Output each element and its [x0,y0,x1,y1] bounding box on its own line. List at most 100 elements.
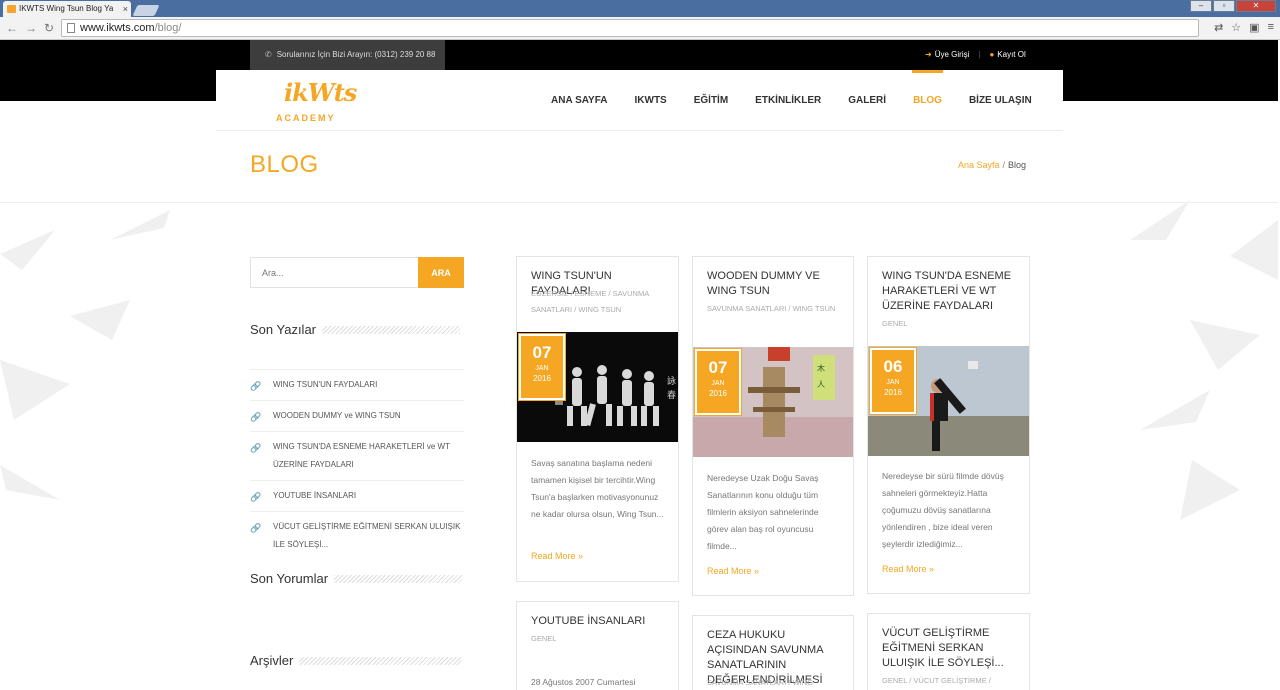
maximize-button[interactable]: ▫ [1213,0,1235,12]
tab-title: IKWTS Wing Tsun Blog Ya [19,4,114,13]
search-button[interactable]: ARA [418,257,464,288]
site-logo[interactable]: ikWts ACADEMY [276,78,357,126]
register-link[interactable]: ● Kayıt Ol [989,40,1025,70]
decor-shape [0,465,60,500]
post-month: JAN [711,380,725,387]
decor-shape [1140,390,1210,430]
breadcrumb-home[interactable]: Ana Sayfa [958,160,1000,170]
link-icon: 🔗 [250,523,262,533]
page-icon [67,23,75,33]
svg-text:人: 人 [817,380,825,389]
tab-close-icon[interactable]: × [123,1,128,17]
phone-box: ✆ Sorularınız İçin Bizi Arayın: (0312) 23… [250,40,445,70]
phone-text: Sorularınız İçin Bizi Arayın: (0312) 239… [276,50,436,59]
post-day: 07 [708,358,728,377]
decor-shape [110,210,170,240]
heading-decoration [334,574,463,583]
archives-heading: Arşivler [250,653,294,668]
new-tab-button[interactable] [132,5,160,16]
post-title[interactable]: YOUTUBE İNSANLARI [531,614,666,629]
read-more-link[interactable]: Read More » [707,566,759,576]
recent-post-item[interactable]: 🔗 YOUTUBE İNSANLARI [250,480,464,511]
post-year: 2016 [533,374,551,383]
translate-icon[interactable]: ⇄ [1214,21,1223,34]
post-year: 2016 [709,389,727,398]
login-link[interactable]: ➜ Üye Girişi [925,40,969,70]
search-input[interactable] [250,257,419,288]
post-card: WING TSUN'UN FAYDALARI EGZERSİZ / ESNEME… [516,256,679,582]
reload-button[interactable]: ↻ [44,21,54,35]
post-month: JAN [886,379,900,386]
nav-item[interactable]: EĞİTİM [686,70,736,131]
post-date-badge: 07 JAN 2016 [694,348,742,416]
read-more-link[interactable]: Read More » [531,551,583,561]
post-card: VÜCUT GELİŞTİRME EĞİTMENİ SERKAN ULUIŞIK… [867,613,1030,690]
bookmark-star-icon[interactable]: ☆ [1231,21,1241,34]
post-year: 2016 [884,388,902,397]
link-icon: 🔗 [250,381,262,391]
post-title[interactable]: WING TSUN'DA ESNEME HARAKETLERİ VE WT ÜZ… [882,269,1017,314]
menu-icon[interactable]: ≡ [1268,21,1274,34]
logo-mark: ikWts [284,78,357,107]
post-categories: GENEL / VÜCUT GELİŞTİRME / [882,676,991,685]
recent-comments-title: Son Yorumlar [250,571,463,586]
post-card: WOODEN DUMMY VE WING TSUN SAVUNMA SANATL… [692,256,854,596]
link-icon: 🔗 [250,492,262,502]
breadcrumb-separator: / [1002,160,1006,170]
extension-icon[interactable]: ▣ [1249,21,1259,34]
address-bar[interactable]: www.ikwts.com/blog/ [61,19,1199,37]
minimize-button[interactable]: – [1190,0,1212,12]
decor-shape [1190,320,1260,370]
nav-item[interactable]: ANA SAYFA [543,70,616,131]
nav-item[interactable]: GALERİ [840,70,894,131]
nav-item[interactable]: BİZE ULAŞIN [961,70,1040,131]
window-close-button[interactable]: ✕ [1236,0,1276,12]
decor-shape [0,360,70,420]
recent-post-label: YOUTUBE İNSANLARI [273,491,357,500]
post-title[interactable]: WOODEN DUMMY VE WING TSUN [707,269,841,299]
url-host: www.ikwts.com [80,22,155,34]
post-date-badge: 06 JAN 2016 [869,347,917,415]
forward-button[interactable]: → [25,21,37,35]
svg-text:木: 木 [817,363,825,373]
login-icon: ➜ [925,50,932,59]
window-controls: – ▫ ✕ [1189,0,1276,12]
decor-shape [1130,200,1190,240]
nav-item[interactable]: ETKİNLİKLER [747,70,829,131]
page-title-bar: BLOG Ana Sayfa / Blog [0,131,1278,203]
recent-post-label: WOODEN DUMMY ve WING TSUN [273,411,401,420]
recent-post-label: WING TSUN'UN FAYDALARI [273,380,378,389]
svg-text:詠: 詠 [667,375,676,387]
post-card: CEZA HUKUKU AÇISINDAN SAVUNMA SANATLARIN… [692,615,854,690]
read-more-link[interactable]: Read More » [882,564,934,574]
nav-item[interactable]: IKWTS [627,70,675,131]
recent-post-item[interactable]: 🔗 WING TSUN'DA ESNEME HARAKETLERİ ve WT Ü… [250,431,464,480]
recent-post-item[interactable]: 🔗 VÜCUT GELİŞTİRME EĞİTMENİ SERKAN ULUIŞI… [250,511,464,560]
recent-post-item[interactable]: 🔗 WOODEN DUMMY ve WING TSUN [250,400,464,431]
nav-item[interactable]: BLOG [905,70,950,131]
search-widget: ARA [250,257,464,288]
heading-decoration [322,325,461,334]
link-icon: 🔗 [250,443,262,453]
back-button[interactable]: ← [6,21,18,35]
post-excerpt: Neredeyse Uzak Doğu Savaş Sanatlarının k… [707,473,819,551]
post-day: 06 [883,357,903,376]
divider: | [978,50,981,59]
register-label: Kayıt Ol [997,50,1026,59]
post-card: WING TSUN'DA ESNEME HARAKETLERİ VE WT ÜZ… [867,256,1030,594]
archives-title: Arşivler [250,653,462,668]
post-categories: EGZERSİZ / ESNEME / SAVUNMA SANATLARI / … [531,289,649,314]
post-excerpt: 28 Ağustos 2007 Cumartesi [531,677,636,687]
breadcrumb: Ana Sayfa / Blog [958,160,1026,170]
decor-shape [0,230,55,270]
recent-posts-list: 🔗 WING TSUN'UN FAYDALARI 🔗 WOODEN DUMMY ve … [250,369,464,560]
recent-posts-title: Son Yazılar [250,322,461,337]
post-title[interactable]: VÜCUT GELİŞTİRME EĞİTMENİ SERKAN ULUIŞIK… [882,626,1017,671]
post-card: YOUTUBE İNSANLARI GENEL 28 Ağustos 2007 … [516,601,679,690]
site-header: ikWts ACADEMY ANA SAYFA IKWTS EĞİTİM ETKİNL… [216,70,1063,131]
browser-tab[interactable]: IKWTS Wing Tsun Blog Ya × [3,1,131,17]
recent-post-item[interactable]: 🔗 WING TSUN'UN FAYDALARI [250,369,464,400]
phone-icon: ✆ [265,50,272,59]
svg-text:春: 春 [667,389,676,401]
post-categories: SAVUNMA SANATLARI / WING TSUN [707,304,836,313]
